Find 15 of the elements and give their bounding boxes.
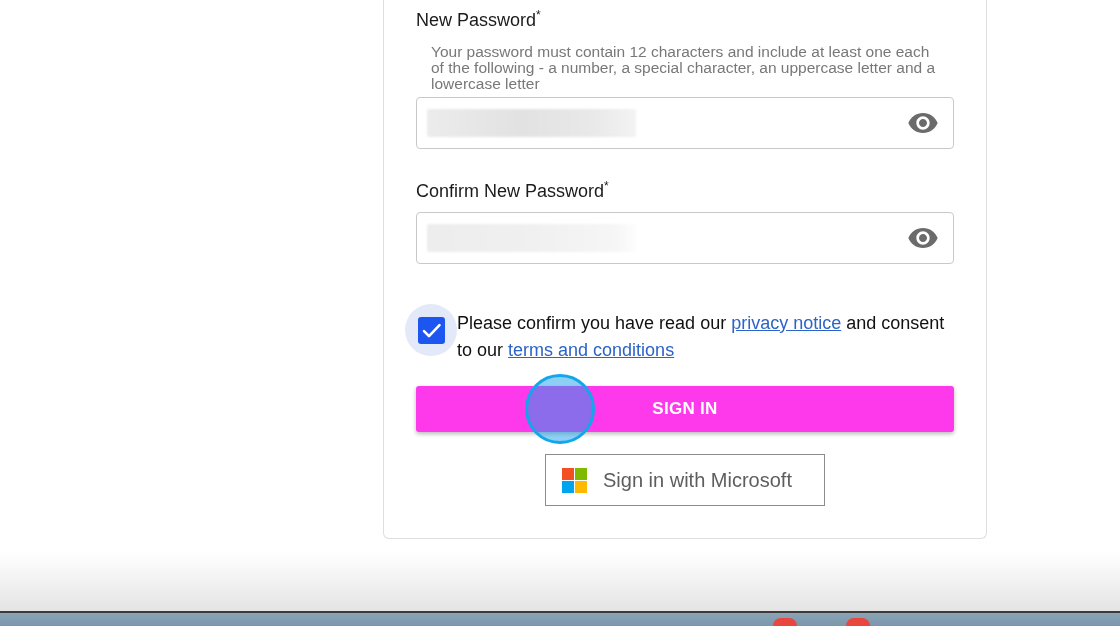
four-squares-logo-icon [562, 467, 587, 493]
link[interactable]: privacy notice [731, 313, 842, 333]
checkmark-icon [417, 316, 445, 344]
password-hint: Your password must contain 12 characters and include at least one each of the following - a number, a special character, an uppercase letter and a lowercase letter [430, 44, 937, 92]
field-label: Confirm New Password$^{*}$ [416, 179, 610, 203]
checkbox[interactable] [405, 304, 457, 356]
microsoft-sign-in-button[interactable]: Sign in with Microsoft [545, 454, 825, 506]
sign-in-button[interactable]: SIGN IN [416, 386, 954, 432]
field-label: New Password$^{*}$ [416, 8, 542, 32]
password-field[interactable] [416, 212, 954, 264]
link[interactable]: terms and conditions [508, 340, 675, 360]
eye-icon[interactable] [908, 228, 938, 248]
eye-icon[interactable] [908, 113, 938, 133]
consent-text: Please confirm you have read our privacy notice and consent to our terms and conditions [457, 312, 946, 362]
password-field[interactable] [416, 97, 954, 149]
